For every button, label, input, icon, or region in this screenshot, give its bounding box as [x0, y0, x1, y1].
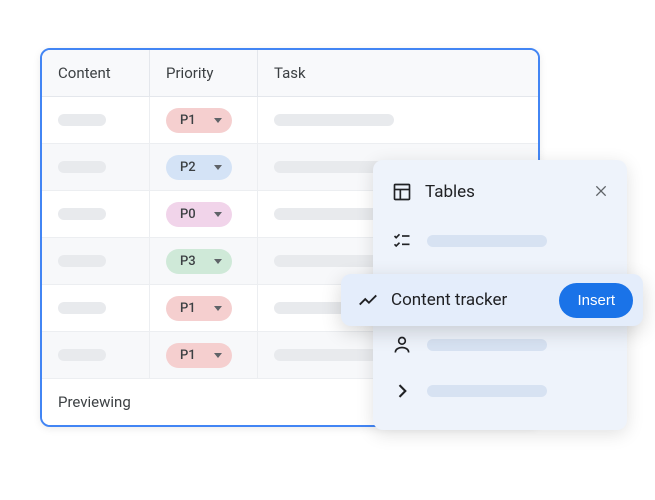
content-placeholder: [58, 349, 106, 361]
table-row[interactable]: P1: [42, 97, 538, 144]
chevron-down-icon: [214, 306, 222, 311]
panel-title-text: Tables: [425, 182, 475, 202]
trend-icon: [357, 289, 379, 311]
content-placeholder: [58, 255, 106, 267]
cell-content[interactable]: [42, 144, 150, 190]
insert-button[interactable]: Insert: [559, 283, 633, 318]
chevron-down-icon: [214, 212, 222, 217]
content-placeholder: [58, 161, 106, 173]
cell-content[interactable]: [42, 238, 150, 284]
priority-label: P3: [180, 254, 196, 269]
priority-label: P1: [180, 348, 196, 363]
cell-priority[interactable]: P0: [150, 191, 258, 237]
priority-label: P2: [180, 160, 196, 175]
cell-content[interactable]: [42, 285, 150, 331]
priority-chip[interactable]: P2: [166, 155, 232, 180]
panel-item-people[interactable]: [373, 322, 627, 368]
content-tracker-label: Content tracker: [391, 290, 547, 310]
priority-chip[interactable]: P0: [166, 202, 232, 227]
checklist-icon: [391, 230, 413, 252]
cell-task[interactable]: [258, 97, 538, 143]
content-placeholder: [58, 114, 106, 126]
task-placeholder: [274, 114, 394, 126]
panel-item-checklist[interactable]: [373, 218, 627, 264]
priority-label: P0: [180, 207, 196, 222]
panel-title: Tables: [391, 181, 475, 203]
content-placeholder: [58, 302, 106, 314]
cell-content[interactable]: [42, 97, 150, 143]
priority-label: P1: [180, 301, 196, 316]
cell-priority[interactable]: P1: [150, 285, 258, 331]
close-icon[interactable]: [593, 180, 609, 204]
cell-content[interactable]: [42, 332, 150, 378]
panel-item-placeholder: [427, 385, 547, 397]
cell-priority[interactable]: P3: [150, 238, 258, 284]
cell-priority[interactable]: P2: [150, 144, 258, 190]
chevron-right-icon: [391, 380, 413, 402]
priority-chip[interactable]: P1: [166, 108, 232, 133]
cell-priority[interactable]: P1: [150, 332, 258, 378]
priority-chip[interactable]: P3: [166, 249, 232, 274]
priority-chip[interactable]: P1: [166, 296, 232, 321]
chevron-down-icon: [214, 353, 222, 358]
table-header-row: Content Priority Task: [42, 50, 538, 97]
user-icon: [391, 334, 413, 356]
cell-content[interactable]: [42, 191, 150, 237]
chevron-down-icon: [214, 165, 222, 170]
priority-chip[interactable]: P1: [166, 343, 232, 368]
panel-item-content-tracker[interactable]: Content tracker Insert: [341, 274, 643, 326]
priority-label: P1: [180, 113, 196, 128]
content-placeholder: [58, 208, 106, 220]
chevron-down-icon: [214, 259, 222, 264]
panel-item-placeholder: [427, 235, 547, 247]
cell-priority[interactable]: P1: [150, 97, 258, 143]
column-header-priority[interactable]: Priority: [150, 50, 258, 96]
chevron-down-icon: [214, 118, 222, 123]
panel-item-more[interactable]: [373, 368, 627, 414]
panel-item-placeholder: [427, 339, 547, 351]
panel-header: Tables: [373, 174, 627, 218]
table-icon: [391, 181, 413, 203]
column-header-task[interactable]: Task: [258, 50, 538, 96]
column-header-content[interactable]: Content: [42, 50, 150, 96]
